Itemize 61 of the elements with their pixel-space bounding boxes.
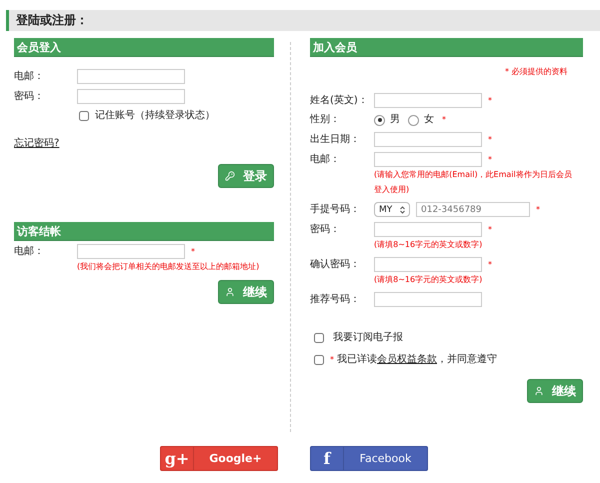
field-hint: (请输入您常用的电邮(Email)，此Email将作为日后会员登入使用) [374, 169, 573, 196]
input-field[interactable] [77, 244, 185, 259]
user-icon [225, 287, 235, 297]
input-field[interactable] [374, 152, 482, 167]
input-field[interactable] [374, 132, 482, 147]
field-label: 姓名(英文)： [310, 94, 368, 108]
terms-text: 我已详读会员权益条款，并同意遵守 [337, 353, 497, 367]
input-field[interactable] [77, 89, 185, 104]
input-field[interactable] [77, 69, 185, 84]
select-arrows-icon [400, 206, 405, 214]
user-icon [534, 386, 544, 396]
forgot-password-link[interactable]: 忘记密码? [14, 138, 60, 149]
required-mark: * [488, 224, 492, 236]
continue-button[interactable]: 继续 [527, 379, 583, 403]
country-select[interactable]: MY [374, 202, 410, 217]
required-mark: * [488, 258, 492, 270]
required-mark: * [488, 134, 492, 146]
field-label: 手提号码： [310, 202, 361, 216]
login-button[interactable]: 登录 [218, 164, 274, 188]
continue-button[interactable]: 继续 [218, 280, 274, 304]
key-icon [225, 171, 235, 181]
required-mark: * [488, 94, 492, 106]
checkbox[interactable] [314, 355, 324, 365]
field-hint: (请填8~16字元的英文或数字) [374, 274, 484, 286]
checkbox[interactable] [79, 111, 89, 121]
social-login-button[interactable]: g+ Google+ [160, 446, 278, 471]
required-mark: * [191, 246, 195, 258]
field-label: 性别： [310, 113, 341, 127]
page-title: 登陆或注册： [6, 10, 600, 31]
required-mark: * [330, 354, 334, 366]
radio-label: 男 [390, 113, 400, 127]
field-label: 确认密码： [310, 258, 361, 272]
checkbox[interactable] [314, 333, 324, 343]
required-mark: * [488, 154, 492, 166]
checkbox-label: 我要订阅电子报 [333, 331, 403, 345]
radio-button[interactable] [408, 114, 419, 126]
field-label: 电邮： [310, 152, 341, 166]
terms-link[interactable]: 会员权益条款 [377, 354, 437, 365]
section-header: 会员登入 [14, 38, 274, 57]
field-label: 推荐号码： [310, 292, 361, 306]
required-mark: * [442, 114, 446, 126]
radio-label: 女 [424, 113, 434, 127]
checkbox-label: 记住账号（持续登录状态） [95, 109, 215, 123]
field-label: 密码： [310, 222, 341, 236]
social-login-button[interactable]: f Facebook [310, 446, 428, 471]
input-field[interactable] [374, 93, 482, 108]
field-label: 电邮： [14, 70, 45, 84]
field-hint: (我们将会把订单相关的电邮发送至以上的邮箱地址) [77, 261, 260, 273]
section-header: 访客结帐 [14, 222, 274, 241]
phone-field[interactable]: 012-3456789 [416, 202, 530, 217]
required-note: * 必须提供的资料 [505, 66, 569, 78]
radio-button[interactable] [374, 114, 385, 126]
field-hint: (请填8~16字元的英文或数字) [374, 239, 484, 251]
input-field[interactable] [374, 292, 482, 307]
input-field[interactable] [374, 257, 482, 272]
field-label: 密码： [14, 90, 45, 104]
field-label: 电邮： [14, 244, 45, 258]
field-label: 出生日期： [310, 132, 361, 146]
input-field[interactable] [374, 222, 482, 237]
required-mark: * [536, 204, 540, 216]
section-header: 加入会员 [310, 38, 583, 57]
